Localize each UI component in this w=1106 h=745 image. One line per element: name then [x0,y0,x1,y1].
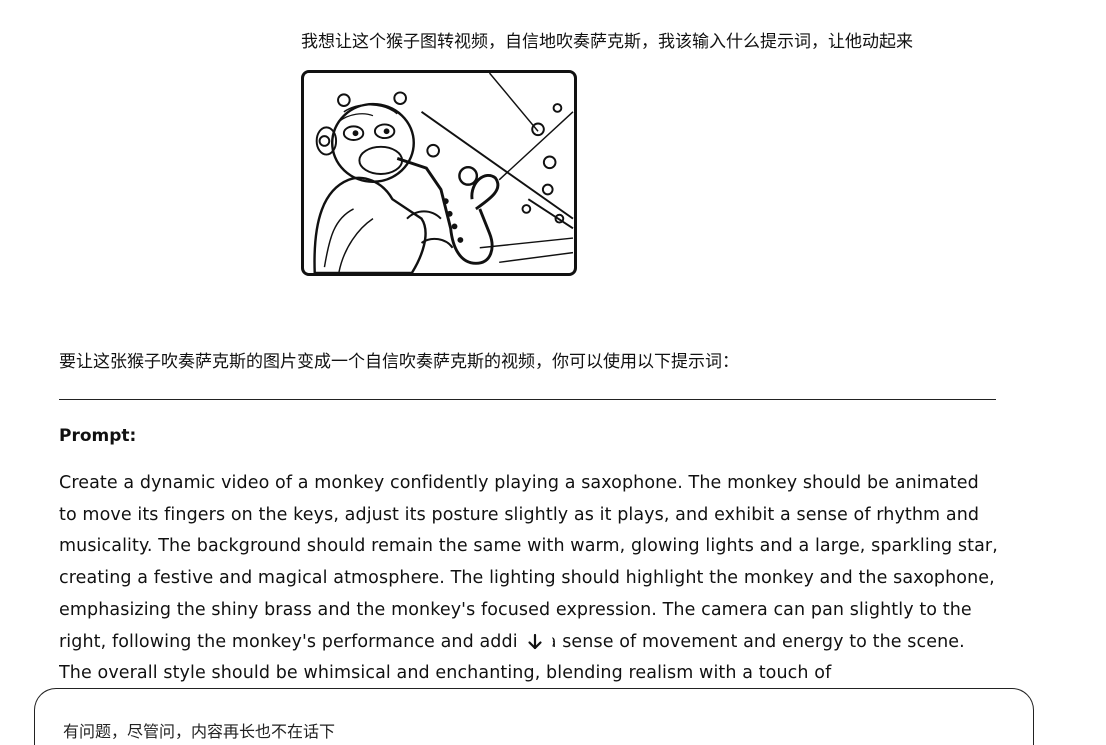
prompt-heading: Prompt: [59,426,137,446]
scroll-to-bottom-button[interactable] [517,627,553,657]
monkey-saxophone-image[interactable] [301,70,577,276]
user-message: 我想让这个猴子图转视频，自信地吹奏萨克斯，我该输入什么提示词，让他动起来 [301,32,913,52]
monkey-saxophone-illustration-icon [305,73,574,273]
message-composer [34,688,1034,745]
chat-page: 我想让这个猴子图转视频，自信地吹奏萨克斯，我该输入什么提示词，让他动起来 要让这… [0,0,1106,745]
message-input[interactable] [61,717,965,745]
arrow-down-icon [528,633,542,650]
divider [59,399,996,400]
assistant-intro-text: 要让这张猴子吹奏萨克斯的图片变成一个自信吹奏萨克斯的视频，你可以使用以下提示词： [59,352,739,372]
